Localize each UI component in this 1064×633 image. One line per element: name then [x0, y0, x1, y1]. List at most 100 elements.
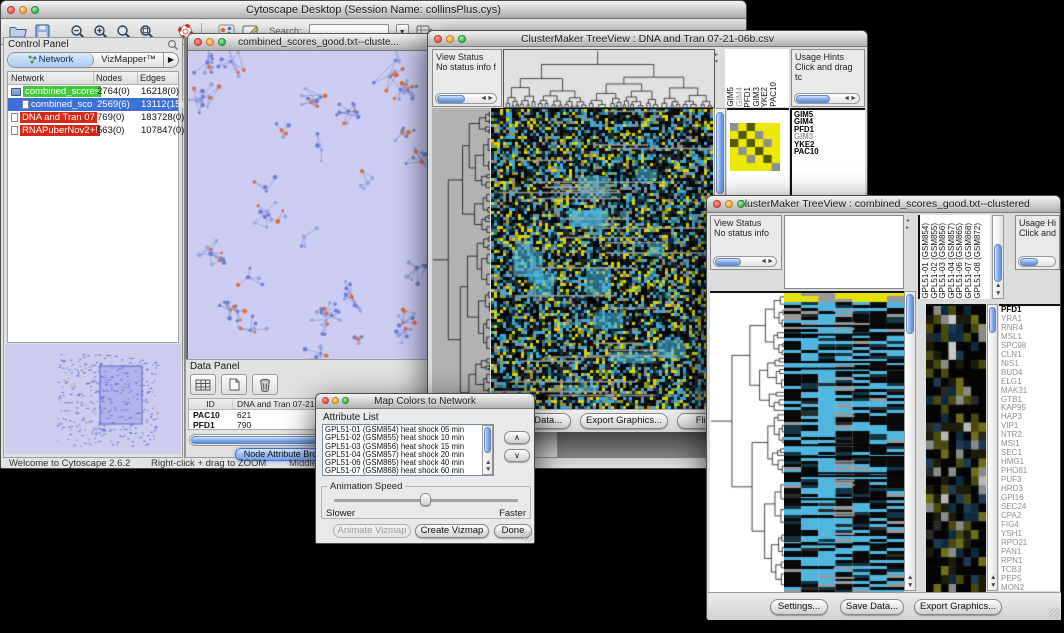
attribute-list[interactable]: GPL51-01 (GSM854) heat shock 05 minGPL51…: [322, 424, 494, 476]
gene-label[interactable]: PAC10: [794, 148, 865, 155]
file-icon: [11, 113, 18, 122]
new-attribute-button[interactable]: [221, 374, 247, 395]
control-panel: Control Panel Network VizMapper™ ▶ Netwo…: [3, 37, 183, 458]
col-header-edges[interactable]: Edges: [138, 72, 178, 84]
usage-hints-scrollbar[interactable]: ◄►: [794, 93, 860, 104]
attribute-list-scrollbar[interactable]: ▲▼: [482, 425, 493, 475]
status-welcome: Welcome to Cytoscape 2.6.2: [9, 458, 130, 469]
zoom-button[interactable]: [737, 200, 745, 208]
zoom-heatmap-view[interactable]: [926, 304, 986, 593]
usage-hints-scrollbar[interactable]: [1018, 256, 1056, 267]
attribute-select-button[interactable]: [190, 374, 216, 395]
resize-grip[interactable]: [522, 531, 533, 542]
network-overview-panel[interactable]: [5, 344, 181, 454]
dialog-titlebar[interactable]: Map Colors to Network: [316, 394, 534, 409]
zoom-button[interactable]: [342, 397, 349, 404]
folder-icon: [11, 88, 21, 96]
save-data-button[interactable]: Save Data...: [840, 599, 904, 615]
treeview2-gene-labels: PFD1YRA1RNR4MSL1SPC98CLN1NIS1BUD4ELG1MAK…: [999, 304, 1060, 591]
gene-id: PAC10: [189, 410, 233, 420]
tab-vizmapper[interactable]: VizMapper™: [94, 53, 163, 67]
main-window-title: Cytoscape Desktop (Session Name: collins…: [246, 4, 501, 16]
usage-hints-text: Click and: [1019, 228, 1056, 238]
scroll-nub-icon[interactable]: ◂▸: [906, 217, 909, 231]
export-graphics-button[interactable]: Export Graphics...: [580, 413, 668, 429]
main-titlebar[interactable]: Cytoscape Desktop (Session Name: collins…: [1, 1, 746, 19]
treeview1-column-labels: GIM5GIM4PFD1GIM3YKE2PAC10: [725, 49, 789, 107]
close-button[interactable]: [194, 38, 202, 46]
view-status-box: View Status No status info ◄►: [710, 215, 782, 270]
delete-attribute-button[interactable]: [252, 374, 278, 395]
column-dendrogram-area[interactable]: [784, 215, 904, 289]
move-down-button[interactable]: ∨: [504, 449, 530, 462]
zoom-button[interactable]: [31, 6, 39, 14]
zoom-button[interactable]: [458, 35, 466, 43]
minimize-button[interactable]: [446, 35, 454, 43]
column-labels-scrollbar[interactable]: ▲▼: [992, 215, 1004, 299]
network-view-titlebar[interactable]: combined_scores_good.txt--cluste...: [188, 34, 431, 51]
network-view-title: combined_scores_good.txt--cluste...: [238, 37, 399, 48]
zoom-matrix-view[interactable]: [730, 123, 780, 171]
close-button[interactable]: [322, 397, 329, 404]
row-dendrogram[interactable]: [432, 108, 490, 426]
column-label[interactable]: PAC10: [770, 82, 779, 107]
minimize-button[interactable]: [206, 38, 214, 46]
close-button[interactable]: [434, 35, 442, 43]
attribute-list-label: Attribute List: [323, 412, 379, 423]
col-header-network[interactable]: Network: [8, 72, 94, 84]
close-button[interactable]: [713, 200, 721, 208]
network-nodes: 563(0): [97, 125, 124, 136]
create-vizmap-button[interactable]: Create Vizmap: [415, 524, 489, 538]
network-row[interactable]: DNA and Tran 07769(0)183728(0): [8, 111, 178, 124]
row-dendrogram[interactable]: [710, 291, 784, 593]
resize-grip[interactable]: [1049, 608, 1060, 619]
network-edges: 183728(0): [141, 112, 184, 123]
view-status-scrollbar[interactable]: ◄►: [713, 256, 777, 267]
scroll-nub-icon[interactable]: ▸▾: [715, 51, 718, 65]
network-name: combined_sco: [31, 99, 92, 110]
column-dendrogram[interactable]: [503, 49, 715, 108]
close-button[interactable]: [7, 6, 15, 14]
animate-vizmap-button: Animate Vizmap: [333, 524, 411, 538]
window-controls: [7, 6, 39, 14]
export-graphics-button[interactable]: Export Graphics...: [914, 599, 1002, 615]
tab-network[interactable]: Network: [8, 53, 94, 67]
zoom-button[interactable]: [218, 38, 226, 46]
speed-slider-thumb[interactable]: [420, 493, 431, 506]
view-status-text: No status info: [714, 228, 778, 238]
zoom-vscrollbar[interactable]: ▲▼: [987, 304, 998, 591]
animation-speed-group: Animation Speed Slower Faster: [321, 486, 531, 519]
minimize-button[interactable]: [332, 397, 339, 404]
move-up-button[interactable]: ∧: [504, 431, 530, 444]
network-row[interactable]: RNAPuberNov2+!563(0)107847(0): [8, 124, 178, 137]
treeview2-titlebar[interactable]: ClusterMaker TreeView : combined_scores_…: [707, 196, 1060, 213]
treeview1-titlebar[interactable]: ClusterMaker TreeView : DNA and Tran 07-…: [428, 31, 867, 47]
gene-label[interactable]: MON2: [1001, 584, 1060, 591]
column-label[interactable]: GPL51-08 (GSM872): [974, 223, 983, 299]
attribute-item[interactable]: GPL51-07 (GSM868) heat shock 60 min: [325, 467, 493, 475]
tab-overflow-arrow[interactable]: ▶: [163, 53, 178, 67]
settings-button[interactable]: Settings...: [770, 599, 828, 615]
global-heatmap[interactable]: [491, 108, 713, 427]
network-edges: 13112(15): [141, 99, 184, 110]
network-row[interactable]: combined_sco2569(6)13112(15): [8, 98, 178, 111]
network-nodes: 2764(0): [97, 86, 130, 97]
col-header-nodes[interactable]: Nodes: [94, 72, 138, 84]
network-row[interactable]: combined_scores2764(0)16218(0): [8, 85, 178, 98]
view-status-scrollbar[interactable]: ◄►: [435, 93, 497, 104]
minimize-button[interactable]: [19, 6, 27, 14]
usage-hints-text: Click and drag tc: [795, 62, 861, 82]
data-col-id[interactable]: ID: [189, 399, 233, 409]
usage-hints-box: Usage Hi Click and: [1015, 215, 1060, 270]
gene-id: PFD1: [189, 420, 233, 430]
network-view-window: combined_scores_good.txt--cluste...: [187, 33, 432, 365]
file-icon: [22, 100, 29, 109]
network-graph-view[interactable]: [188, 51, 431, 364]
global-heatmap[interactable]: [784, 291, 904, 593]
view-status-title: View Status: [714, 218, 778, 228]
heatmap-vscrollbar[interactable]: ▲▼: [904, 291, 916, 591]
slower-label: Slower: [326, 508, 355, 519]
float-panel-icon[interactable]: [167, 39, 179, 50]
minimize-button[interactable]: [725, 200, 733, 208]
network-table: Network Nodes Edges combined_scores2764(…: [7, 71, 179, 343]
